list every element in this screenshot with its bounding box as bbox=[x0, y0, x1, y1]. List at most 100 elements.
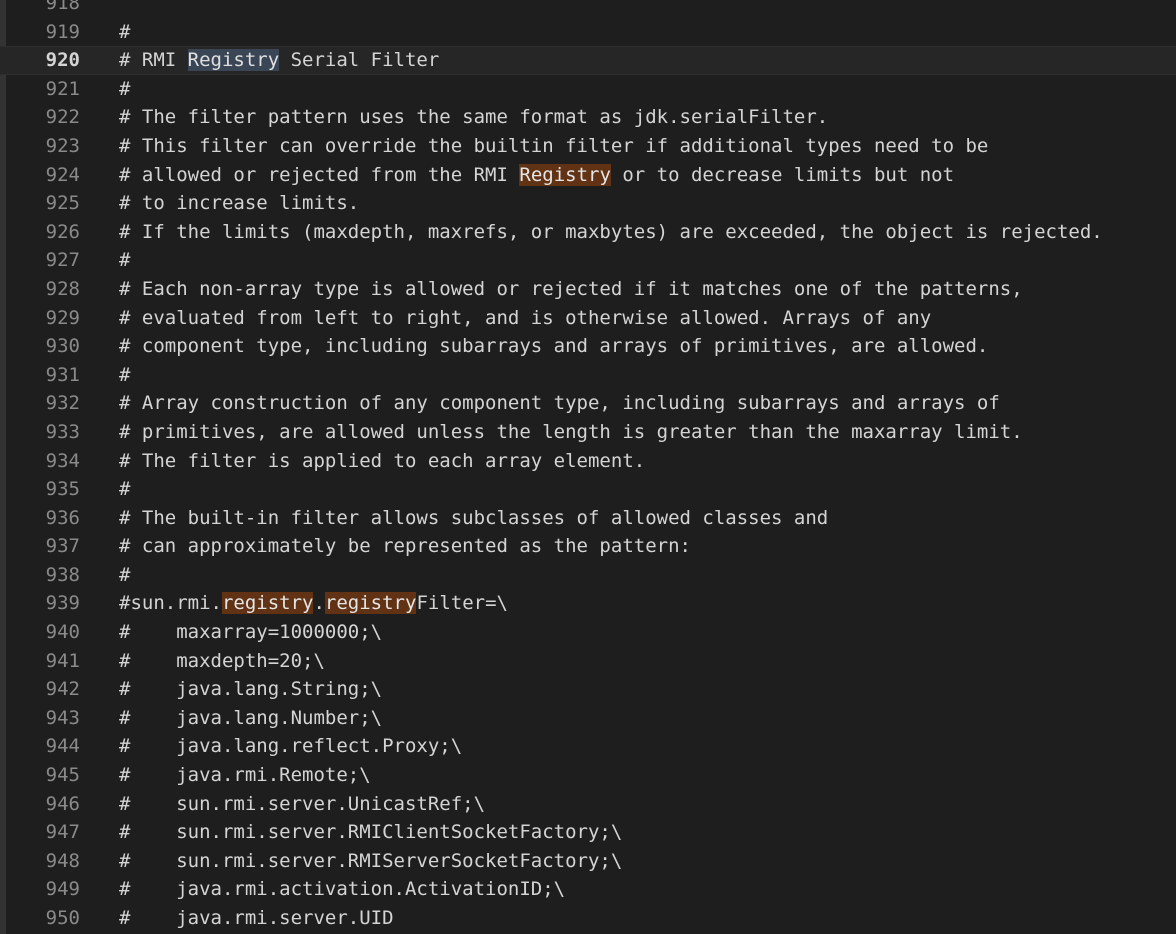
code-text: # bbox=[119, 20, 131, 43]
line-number: 933 bbox=[45, 420, 80, 443]
line-number: 923 bbox=[45, 134, 80, 157]
line-number: 925 bbox=[45, 192, 80, 215]
line-content[interactable]: # can approximately be represented as th… bbox=[119, 532, 691, 561]
line-content[interactable]: # Each non-array type is allowed or reje… bbox=[119, 275, 1023, 304]
code-text: #sun.rmi. bbox=[119, 592, 222, 615]
line-content[interactable]: # java.lang.String;\ bbox=[119, 675, 382, 704]
line-content[interactable]: # bbox=[119, 475, 130, 504]
line-content[interactable]: # primitives, are allowed unless the len… bbox=[119, 418, 1023, 447]
code-line[interactable]: 942 # java.lang.String;\ bbox=[0, 675, 1176, 704]
line-content[interactable]: #sun.rmi.registry.registryFilter=\ bbox=[119, 589, 508, 618]
code-text: . bbox=[313, 592, 325, 615]
line-content[interactable]: # The filter pattern uses the same forma… bbox=[119, 103, 828, 132]
line-number: 944 bbox=[45, 735, 80, 758]
line-number: 924 bbox=[45, 163, 80, 186]
code-line[interactable]: 930 # component type, including subarrays… bbox=[0, 332, 1176, 361]
line-number: 948 bbox=[45, 849, 80, 872]
line-content[interactable]: # maxarray=1000000;\ bbox=[119, 618, 382, 647]
code-line[interactable]: 946 # sun.rmi.server.UnicastRef;\ bbox=[0, 790, 1176, 819]
line-number: 943 bbox=[45, 706, 80, 729]
line-content[interactable]: # bbox=[119, 75, 130, 104]
code-line[interactable]: 919 # bbox=[0, 18, 1176, 47]
line-content[interactable]: # allowed or rejected from the RMI Regis… bbox=[119, 161, 954, 190]
code-line[interactable]: 943 # java.lang.Number;\ bbox=[0, 704, 1176, 733]
code-text: # RMI bbox=[119, 49, 188, 72]
code-line[interactable]: 949 # java.rmi.activation.ActivationID;\ bbox=[0, 875, 1176, 904]
line-number: 922 bbox=[45, 106, 80, 129]
line-number: 947 bbox=[45, 821, 80, 844]
line-number: 937 bbox=[45, 535, 80, 558]
code-line[interactable]: 934 # The filter is applied to each array… bbox=[0, 447, 1176, 476]
line-number: 936 bbox=[45, 506, 80, 529]
code-text: # allowed or rejected from the RMI bbox=[119, 163, 520, 186]
code-line[interactable]: 947 # sun.rmi.server.RMIClientSocketFacto… bbox=[0, 818, 1176, 847]
code-editor[interactable]: 918 919 #920 # RMI Registry Serial Filter 92… bbox=[0, 0, 1176, 934]
code-text: # to increase limits. bbox=[119, 192, 360, 215]
code-line[interactable]: 927 # bbox=[0, 246, 1176, 275]
line-content[interactable]: # maxdepth=20;\ bbox=[119, 647, 325, 676]
code-line[interactable]: 924 # allowed or rejected from the RMI Re… bbox=[0, 161, 1176, 190]
search-match-highlight: Registry bbox=[519, 163, 611, 186]
line-content[interactable]: # to increase limits. bbox=[119, 189, 359, 218]
code-line[interactable]: 925 # to increase limits. bbox=[0, 189, 1176, 218]
line-content[interactable]: # Array construction of any component ty… bbox=[119, 389, 1000, 418]
code-line[interactable]: 923 # This filter can override the builti… bbox=[0, 132, 1176, 161]
line-content[interactable]: # sun.rmi.server.RMIServerSocketFactory;… bbox=[119, 847, 622, 876]
line-number: 920 bbox=[45, 49, 80, 72]
line-content[interactable]: # java.lang.Number;\ bbox=[119, 704, 382, 733]
line-content[interactable]: # evaluated from left to right, and is o… bbox=[119, 304, 931, 333]
code-line[interactable]: 931 # bbox=[0, 361, 1176, 390]
search-match-highlight: registry bbox=[221, 592, 314, 615]
code-line[interactable]: 937 # can approximately be represented as… bbox=[0, 532, 1176, 561]
code-text: or to decrease limits but not bbox=[610, 163, 955, 186]
line-content[interactable]: # The filter is applied to each array el… bbox=[119, 447, 645, 476]
code-line[interactable]: 918 bbox=[0, 0, 1176, 18]
code-line[interactable]: 933 # primitives, are allowed unless the … bbox=[0, 418, 1176, 447]
code-line[interactable]: 939 #sun.rmi.registry.registryFilter=\ bbox=[0, 589, 1176, 618]
line-content[interactable]: # This filter can override the builtin f… bbox=[119, 132, 988, 161]
line-content[interactable]: # bbox=[119, 561, 130, 590]
code-text: # The built-in filter allows subclasses … bbox=[119, 506, 829, 529]
code-text: # component type, including subarrays an… bbox=[119, 335, 989, 358]
line-number: 945 bbox=[45, 764, 80, 787]
code-line[interactable]: 944 # java.lang.reflect.Proxy;\ bbox=[0, 732, 1176, 761]
code-line[interactable]: 945 # java.rmi.Remote;\ bbox=[0, 761, 1176, 790]
line-content[interactable]: # java.rmi.activation.ActivationID;\ bbox=[119, 875, 565, 904]
line-content[interactable]: # The built-in filter allows subclasses … bbox=[119, 504, 828, 533]
line-content[interactable]: # component type, including subarrays an… bbox=[119, 332, 988, 361]
code-line[interactable]: 941 # maxdepth=20;\ bbox=[0, 647, 1176, 676]
line-number: 938 bbox=[45, 563, 80, 586]
line-number: 940 bbox=[45, 621, 80, 644]
line-number: 921 bbox=[45, 77, 80, 100]
line-content[interactable]: # java.lang.reflect.Proxy;\ bbox=[119, 732, 462, 761]
code-line[interactable]: 950 # java.rmi.server.UID bbox=[0, 904, 1176, 933]
line-number: 950 bbox=[45, 907, 80, 929]
code-line[interactable]: 922 # The filter pattern uses the same fo… bbox=[0, 103, 1176, 132]
line-number: 935 bbox=[45, 478, 80, 501]
line-content[interactable]: # RMI Registry Serial Filter bbox=[119, 46, 439, 75]
code-line[interactable]: 936 # The built-in filter allows subclass… bbox=[0, 504, 1176, 533]
code-line[interactable]: 928 # Each non-array type is allowed or r… bbox=[0, 275, 1176, 304]
line-number: 918 bbox=[45, 0, 80, 14]
code-line[interactable]: 926 # If the limits (maxdepth, maxrefs, o… bbox=[0, 218, 1176, 247]
code-line[interactable]: 938 # bbox=[0, 561, 1176, 590]
code-line[interactable]: 932 # Array construction of any component… bbox=[0, 389, 1176, 418]
line-content[interactable]: # bbox=[119, 18, 130, 47]
current-code-line[interactable]: 920 # RMI Registry Serial Filter bbox=[0, 46, 1176, 75]
line-number: 934 bbox=[45, 449, 80, 472]
editor-lines: 918 919 #920 # RMI Registry Serial Filter 92… bbox=[0, 0, 1176, 933]
code-line[interactable]: 948 # sun.rmi.server.RMIServerSocketFacto… bbox=[0, 847, 1176, 876]
line-content[interactable]: # If the limits (maxdepth, maxrefs, or m… bbox=[119, 218, 1103, 247]
code-line[interactable]: 940 # maxarray=1000000;\ bbox=[0, 618, 1176, 647]
code-text: # primitives, are allowed unless the len… bbox=[119, 420, 1023, 443]
code-line[interactable]: 929 # evaluated from left to right, and i… bbox=[0, 304, 1176, 333]
code-text: Filter=\ bbox=[416, 592, 508, 615]
line-content[interactable]: # bbox=[119, 246, 130, 275]
line-content[interactable]: # java.rmi.Remote;\ bbox=[119, 761, 371, 790]
code-line[interactable]: 921 # bbox=[0, 75, 1176, 104]
line-content[interactable]: # java.rmi.server.UID bbox=[119, 904, 394, 933]
code-line[interactable]: 935 # bbox=[0, 475, 1176, 504]
line-content[interactable]: # sun.rmi.server.UnicastRef;\ bbox=[119, 790, 485, 819]
line-content[interactable]: # sun.rmi.server.RMIClientSocketFactory;… bbox=[119, 818, 622, 847]
line-content[interactable]: # bbox=[119, 361, 130, 390]
